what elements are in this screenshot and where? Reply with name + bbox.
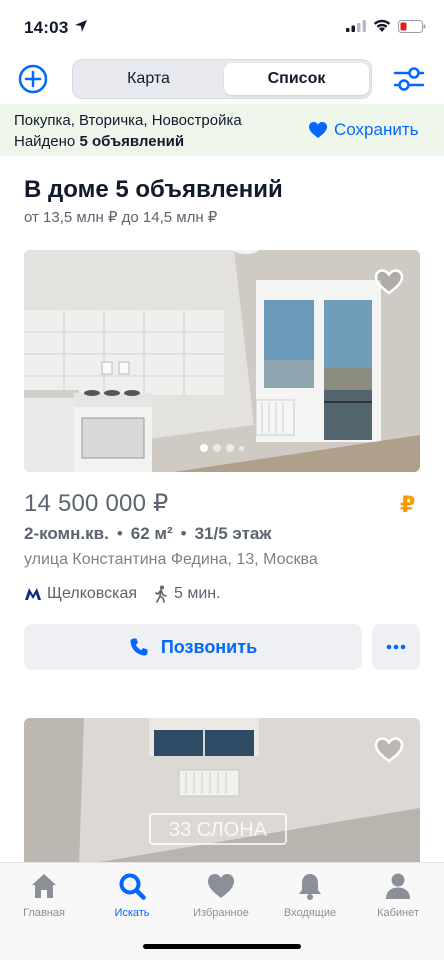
favorite-heart-icon[interactable] xyxy=(374,736,404,764)
save-search-label: Сохранить xyxy=(334,120,419,139)
separator-dot: • xyxy=(116,524,123,543)
tab-account[interactable]: Кабинет xyxy=(354,871,442,919)
ruble-badge-icon: ₽ xyxy=(400,492,416,517)
save-search-button[interactable]: Сохранить xyxy=(308,120,418,140)
battery-icon xyxy=(398,20,426,33)
listing-floor: 31/5 этаж xyxy=(194,524,272,543)
home-indicator xyxy=(143,944,301,949)
more-options-button[interactable] xyxy=(372,624,420,670)
pagination-dot xyxy=(226,444,234,452)
home-icon xyxy=(32,874,56,898)
wifi-icon xyxy=(373,19,391,32)
heart-icon xyxy=(208,874,234,898)
call-button[interactable]: Позвонить xyxy=(24,624,362,670)
tab-account-label: Кабинет xyxy=(377,907,419,919)
kitchen-photo xyxy=(24,250,420,472)
search-summary-banner: Покупка, Вторичка, Новостройка Найдено 5… xyxy=(0,104,444,156)
more-dots-icon xyxy=(386,644,406,650)
house-title: В доме 5 объявлений xyxy=(24,176,283,203)
tab-list[interactable]: Список xyxy=(224,63,369,95)
cellular-signal-icon xyxy=(346,20,366,32)
tab-home-label: Главная xyxy=(23,907,65,919)
photo-watermark: 33 СЛОНА xyxy=(169,819,268,841)
listing-rooms: 2-комн.кв. xyxy=(24,524,109,543)
room-photo: 33 СЛОНА xyxy=(24,718,420,868)
top-bar: Карта Список xyxy=(0,52,444,104)
status-time: 14:03 xyxy=(24,18,69,37)
tab-search[interactable]: Искать xyxy=(88,871,176,919)
view-switcher: Карта Список xyxy=(72,59,372,99)
location-arrow-icon xyxy=(75,20,87,32)
favorite-heart-icon[interactable] xyxy=(374,268,404,296)
search-icon xyxy=(119,873,146,900)
listing-price: 14 500 000 ₽ xyxy=(24,490,169,517)
listing-address: улица Константина Федина, 13, Москва xyxy=(24,551,318,568)
pagination-dot xyxy=(200,444,208,452)
listing-photo[interactable]: 33 СЛОНА xyxy=(24,718,420,868)
pagination-dot xyxy=(239,445,244,451)
status-bar: 14:03 xyxy=(0,0,444,52)
tab-search-label: Искать xyxy=(114,907,150,919)
listing-photo[interactable] xyxy=(24,250,420,472)
tab-favorites-label: Избранное xyxy=(193,907,249,919)
tab-map[interactable]: Карта xyxy=(76,63,221,95)
results-count-prefix: Найдено xyxy=(14,133,76,150)
photo-pagination xyxy=(200,444,244,452)
pagination-dot xyxy=(213,444,221,452)
call-button-label: Позвонить xyxy=(160,636,258,657)
results-count: Найдено 5 объявлений xyxy=(14,133,184,150)
walking-icon xyxy=(155,585,167,603)
metro-station: Щелковская xyxy=(47,585,138,602)
heart-icon xyxy=(309,122,327,138)
phone-icon xyxy=(130,638,148,656)
metro-info: Щелковская 5 мин. xyxy=(24,585,221,603)
tab-inbox-label: Входящие xyxy=(283,907,337,919)
tab-home[interactable]: Главная xyxy=(0,871,88,919)
listing-params: 2-комн.кв. • 62 м² • 31/5 этаж xyxy=(24,524,271,544)
price-range: от 13,5 млн ₽ до 14,5 млн ₽ xyxy=(24,209,218,226)
bell-icon xyxy=(299,874,321,900)
metro-icon xyxy=(25,588,41,600)
results-count-value: 5 объявлений xyxy=(79,133,185,150)
person-icon xyxy=(386,873,410,899)
filter-summary: Покупка, Вторичка, Новостройка xyxy=(14,112,242,129)
tab-inbox[interactable]: Входящие xyxy=(266,871,354,919)
separator-dot: • xyxy=(180,524,187,543)
walk-time: 5 мин. xyxy=(174,585,221,602)
tab-favorites[interactable]: Избранное xyxy=(177,871,265,919)
listing-area: 62 м² xyxy=(130,524,173,543)
filter-sliders-icon[interactable] xyxy=(392,64,426,94)
add-circle-icon[interactable] xyxy=(18,64,48,94)
